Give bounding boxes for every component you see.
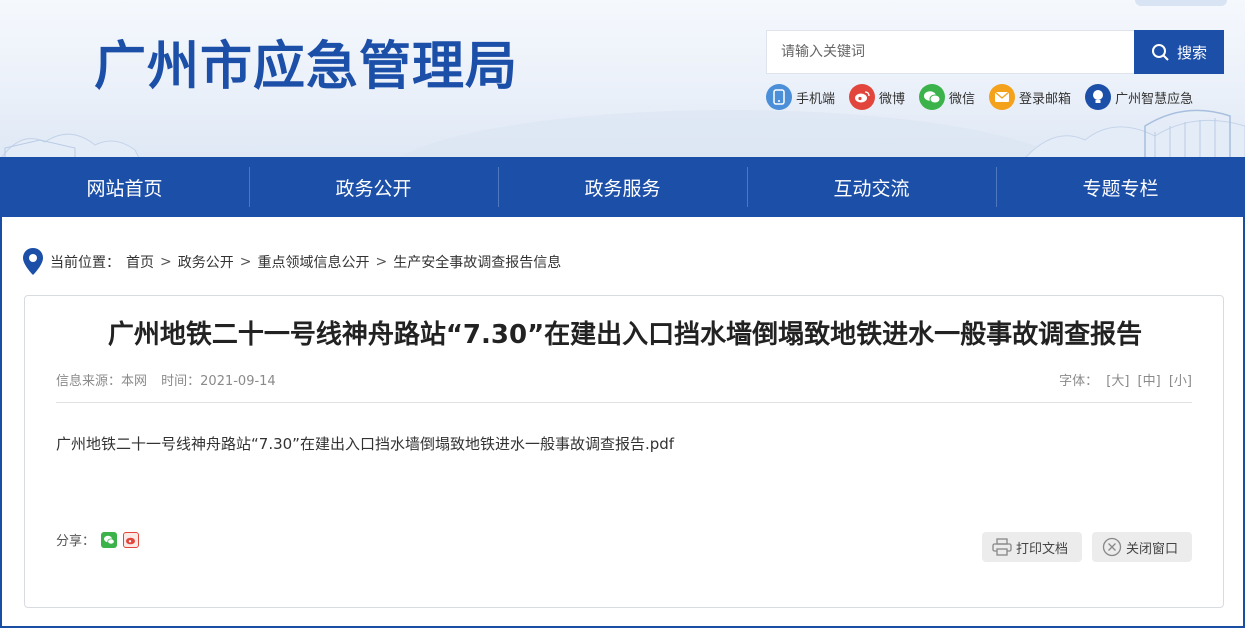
breadcrumb-home[interactable]: 首页 [126, 252, 154, 272]
search-input[interactable] [781, 44, 1121, 60]
site-title: 广州市应急管理局 [94, 37, 519, 97]
breadcrumb: 当前位置： 首页 > 政务公开 > 重点领域信息公开 > 生产安全事故调查报告信… [22, 247, 561, 277]
mountain-decoration [380, 110, 1080, 157]
font-size-label: 字体： [1059, 374, 1099, 389]
weibo-share-icon[interactable] [123, 531, 140, 548]
search-button[interactable]: 搜索 [1134, 30, 1224, 74]
quick-link-label: 登录邮箱 [1019, 91, 1072, 107]
quick-link-mobile[interactable]: 手机端 [766, 84, 835, 110]
top-decoration [1135, 0, 1227, 6]
weibo-icon [849, 84, 876, 110]
breadcrumb-key-area-disclosure[interactable]: 重点领域信息公开 [257, 252, 369, 272]
breadcrumb-separator: > [160, 254, 172, 270]
quick-links: 手机端 微博 微信 登录邮箱 广州智慧应急 [766, 84, 1207, 110]
article-time: 时间：2021-09-14 [161, 374, 276, 389]
quick-link-wechat[interactable]: 微信 [919, 84, 975, 110]
font-size-large-button[interactable]: [大] [1106, 374, 1129, 389]
nav-item-gov-affairs-open[interactable]: 政务公开 [249, 157, 498, 217]
wechat-icon [919, 84, 946, 110]
close-icon [1102, 537, 1122, 557]
share-label: 分享： [56, 534, 96, 549]
article-meta: 信息来源：本网 时间：2021-09-14 [56, 370, 276, 389]
quick-link-mail[interactable]: 登录邮箱 [989, 84, 1071, 110]
breadcrumb-prefix: 当前位置： [50, 255, 120, 271]
quick-link-label: 微信 [949, 91, 976, 107]
mobile-icon [766, 84, 792, 110]
quick-link-weibo[interactable]: 微博 [849, 84, 905, 110]
divider [56, 402, 1192, 403]
font-size-controls: 字体： [大] [中] [小] [1059, 370, 1192, 389]
search-field[interactable] [766, 30, 1136, 74]
breadcrumb-separator: > [239, 254, 252, 270]
print-button[interactable]: 打印文档 [982, 532, 1082, 562]
quick-link-label: 微博 [879, 91, 906, 107]
font-size-small-button[interactable]: [小] [1169, 374, 1192, 389]
wechat-share-icon[interactable] [101, 531, 118, 548]
nav-item-special-topics[interactable]: 专题专栏 [996, 157, 1245, 217]
smart-bulb-icon [1085, 84, 1112, 110]
attachment-link[interactable]: 广州地铁二十一号线神舟路站“7.30”在建出入口挡水墙倒塌致地铁进水一般事故调查… [56, 433, 674, 454]
breadcrumb-gov-affairs-open[interactable]: 政务公开 [178, 252, 234, 272]
printer-icon [992, 538, 1012, 556]
site-header: 广州市应急管理局 搜索 手机端 微博 微信 [0, 0, 1245, 157]
quick-link-label: 广州智慧应急 [1115, 91, 1194, 107]
nav-item-gov-services[interactable]: 政务服务 [498, 157, 747, 217]
mail-icon [989, 84, 1016, 110]
breadcrumb-accident-reports[interactable]: 生产安全事故调查报告信息 [393, 252, 561, 272]
nav-item-home[interactable]: 网站首页 [0, 157, 249, 217]
quick-link-smart-emergency[interactable]: 广州智慧应急 [1085, 84, 1193, 110]
main-nav: 网站首页 政务公开 政务服务 互动交流 专题专栏 [0, 157, 1245, 217]
breadcrumb-separator: > [375, 254, 388, 270]
close-window-button[interactable]: 关闭窗口 [1092, 532, 1192, 562]
quick-link-label: 手机端 [796, 91, 836, 107]
nav-item-interaction[interactable]: 互动交流 [747, 157, 996, 217]
article-title: 广州地铁二十一号线神舟路站“7.30”在建出入口挡水墙倒塌致地铁进水一般事故调查… [107, 320, 1143, 350]
close-button-label: 关闭窗口 [1126, 541, 1179, 557]
search-icon [1151, 44, 1169, 61]
share-bar: 分享： [56, 530, 140, 549]
skyline-left-decoration [1, 133, 140, 157]
print-button-label: 打印文档 [1016, 541, 1069, 557]
search-button-label: 搜索 [1176, 43, 1207, 62]
article-card: 广州地铁二十一号线神舟路站“7.30”在建出入口挡水墙倒塌致地铁进水一般事故调查… [24, 295, 1224, 608]
font-size-medium-button[interactable]: [中] [1138, 374, 1161, 389]
location-pin-icon [23, 248, 43, 275]
article-source: 信息来源：本网 [56, 374, 148, 389]
